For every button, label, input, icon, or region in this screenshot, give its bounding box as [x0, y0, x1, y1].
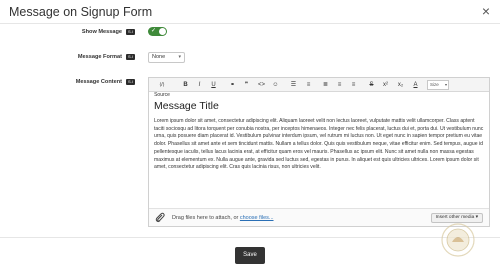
choose-files-link[interactable]: choose files...	[240, 215, 274, 221]
rich-text-editor[interactable]: ⟨/⟩ Source B I U ⚭ ❞ <> ☺ ☰ ≡ ≣ ≡ ≡ S x²…	[148, 77, 490, 227]
show-message-toggle[interactable]: ✓	[148, 27, 167, 36]
code-icon[interactable]: <>	[257, 80, 266, 90]
paperclip-icon	[155, 212, 165, 225]
link-icon[interactable]: ⚭	[228, 80, 237, 90]
attach-hint-text: Drag files here to attach, or	[172, 215, 239, 221]
show-message-label: Show Message	[81, 29, 122, 35]
field-id-badge: S.I	[126, 54, 135, 60]
message-body: Lorem ipsum dolor sit amet, consectetur …	[154, 118, 484, 171]
signup-message-modal: Message on Signup Form × Show Message S.…	[0, 0, 500, 273]
emoji-icon[interactable]: ☺	[271, 80, 280, 90]
font-color-button[interactable]: A	[411, 80, 420, 90]
select-value: None	[152, 54, 166, 60]
modal-title: Message on Signup Form	[9, 5, 153, 19]
superscript-button[interactable]: x²	[381, 80, 390, 90]
editor-content[interactable]: Message Title Lorem ipsum dolor sit amet…	[154, 100, 486, 172]
align-right-icon[interactable]: ≡	[349, 80, 358, 90]
close-icon[interactable]: ×	[479, 4, 493, 18]
bulleted-list-icon[interactable]: ☰	[289, 80, 298, 90]
quote-icon[interactable]: ❞	[242, 80, 251, 90]
message-content-label: Message Content	[75, 79, 122, 85]
font-size-label: Size	[430, 82, 439, 87]
chevron-down-icon: ▾	[178, 54, 181, 60]
message-format-label: Message Format	[77, 54, 122, 60]
field-id-badge: S.I	[126, 79, 135, 85]
underline-button[interactable]: U	[209, 80, 218, 90]
message-title: Message Title	[154, 100, 219, 112]
attachment-dropzone[interactable]: Drag files here to attach, or choose fil…	[149, 208, 489, 226]
source-button[interactable]: ⟨/⟩ Source	[151, 80, 173, 98]
subscript-button[interactable]: x₂	[396, 80, 405, 90]
field-id-badge: S.I	[126, 29, 135, 35]
chevron-down-icon: ▾	[444, 82, 447, 87]
editor-toolbar: ⟨/⟩ Source B I U ⚭ ❞ <> ☺ ☰ ≡ ≣ ≡ ≡ S x²…	[149, 78, 489, 98]
align-center-icon[interactable]: ≡	[335, 80, 344, 90]
footer-divider	[0, 237, 500, 238]
font-size-select[interactable]: Size ▾	[427, 80, 449, 90]
modal-header: Message on Signup Form ×	[0, 0, 500, 24]
align-left-icon[interactable]: ≣	[321, 80, 330, 90]
numbered-list-icon[interactable]: ≡	[304, 80, 313, 90]
strikethrough-button[interactable]: S	[367, 80, 376, 90]
attach-hint: Drag files here to attach, or choose fil…	[172, 215, 274, 221]
bold-button[interactable]: B	[181, 80, 190, 90]
toggle-knob	[159, 28, 166, 35]
italic-button[interactable]: I	[195, 80, 204, 90]
save-button[interactable]: Save	[235, 247, 265, 264]
watermark-seal-icon	[440, 222, 476, 258]
check-icon: ✓	[151, 28, 157, 34]
message-format-select[interactable]: None ▾	[148, 52, 185, 63]
